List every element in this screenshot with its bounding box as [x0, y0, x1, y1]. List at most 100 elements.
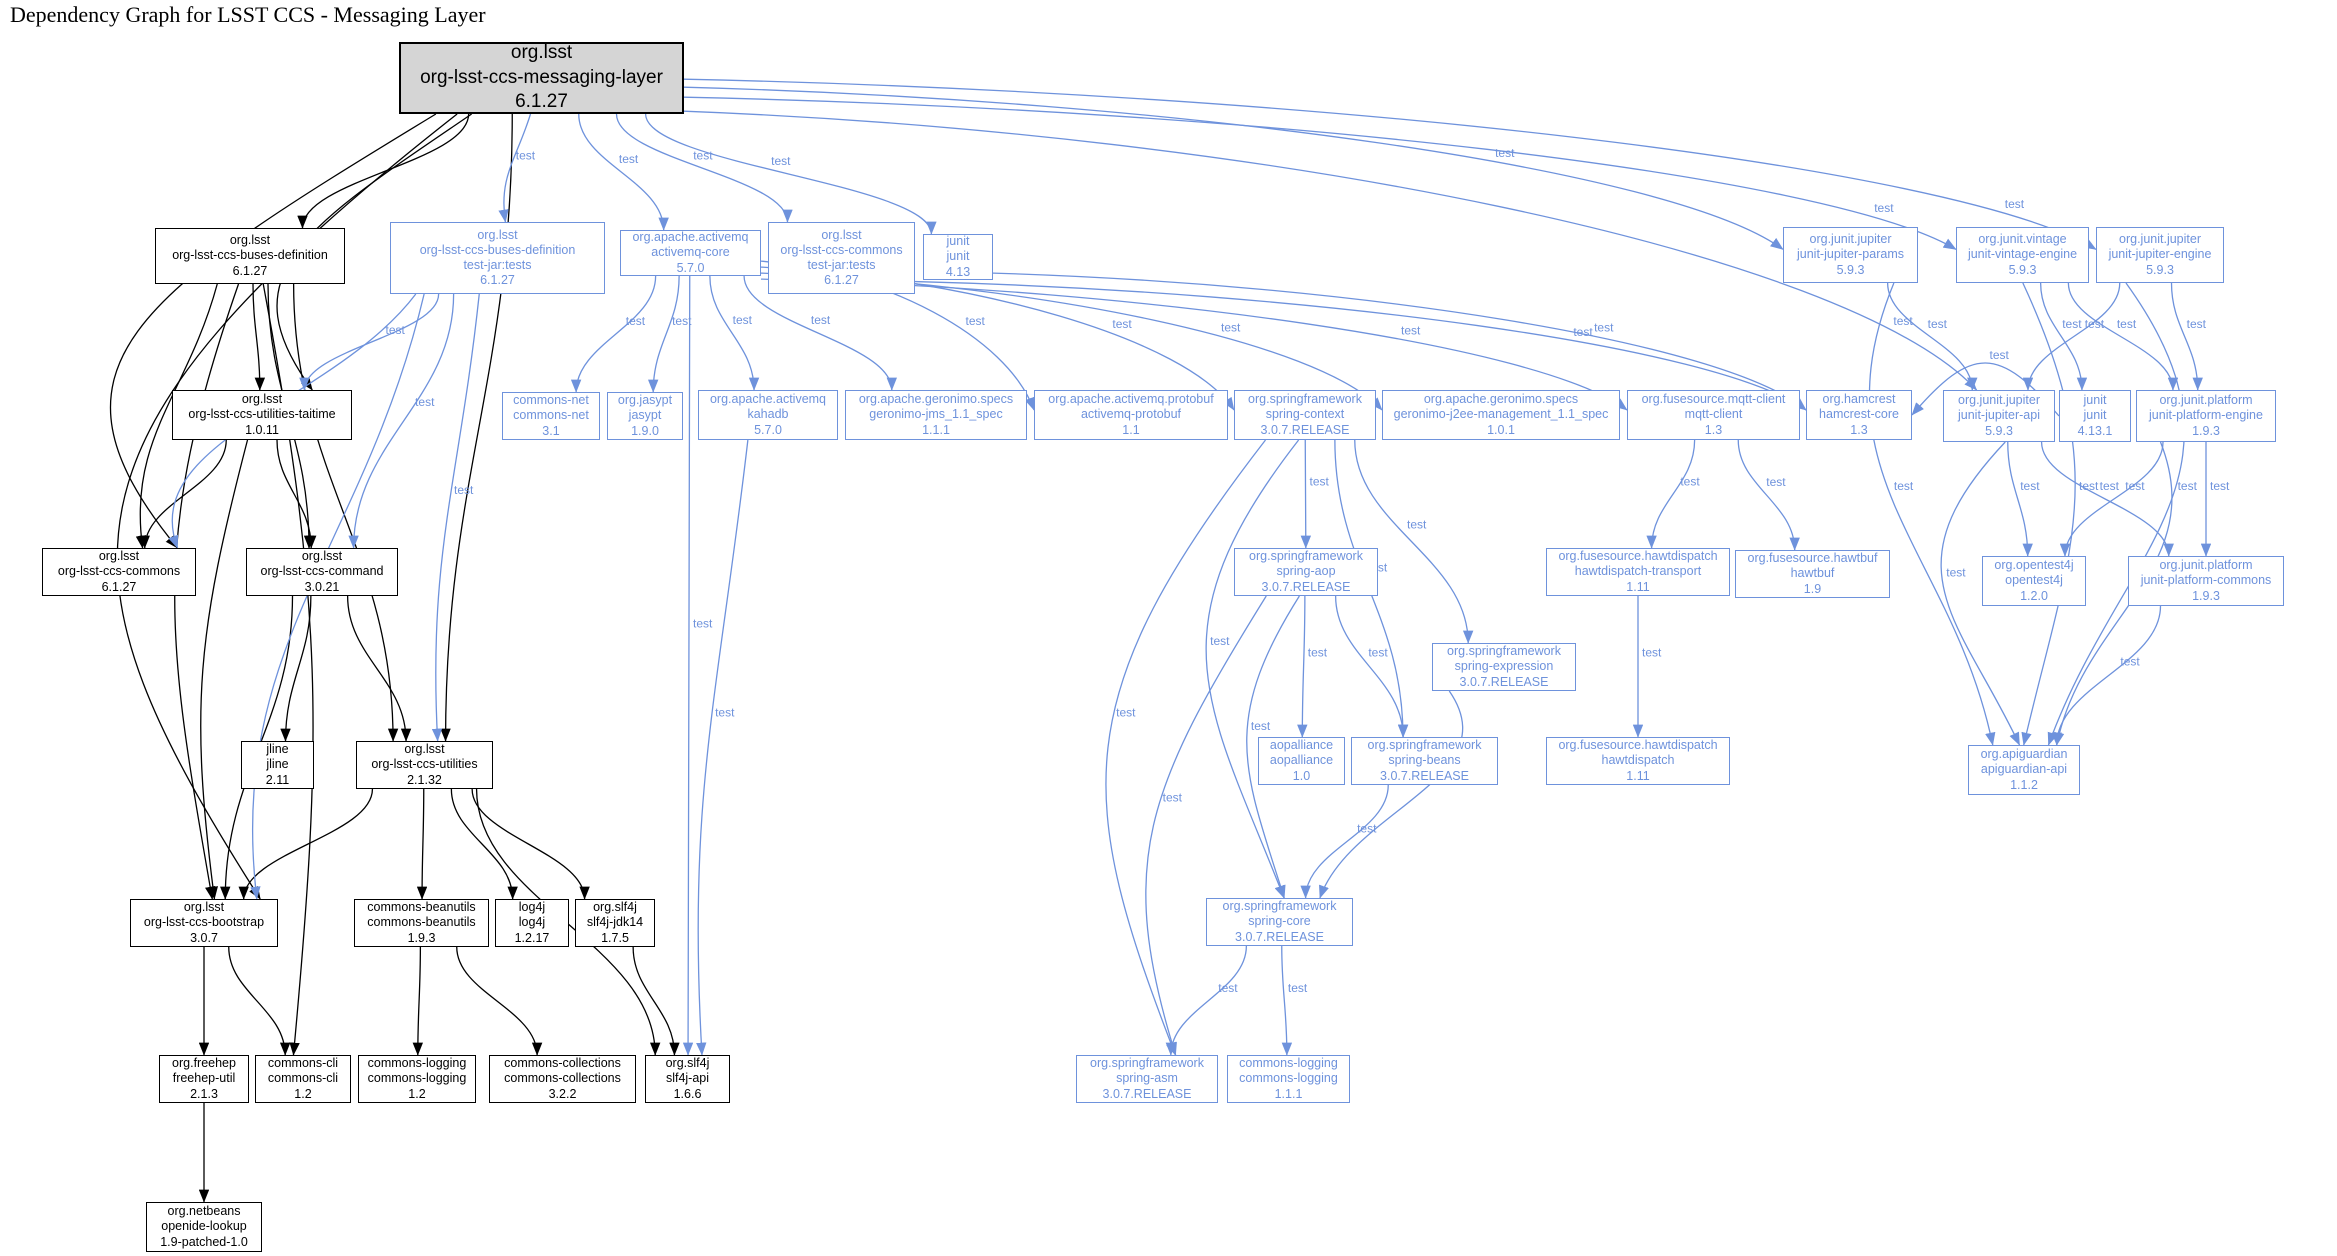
node-label-line: 5.9.3: [2146, 263, 2174, 278]
node-label-line: org.junit.jupiter: [1958, 393, 2040, 408]
node-label-line: 1.11: [1626, 769, 1649, 784]
node-label-line: spring-core: [1248, 914, 1311, 929]
node-label-line: freehep-util: [173, 1071, 236, 1086]
edge-label-springcore-commonslogging111: test: [1288, 981, 1308, 995]
edge-label-springcontext-springcore: test: [1210, 634, 1230, 648]
node-label-line: org.lsst: [477, 228, 517, 243]
node-label-line: 3.2.2: [549, 1087, 577, 1102]
node-label-line: org.hamcrest: [1823, 392, 1896, 407]
node-label-line: org.lsst: [511, 41, 572, 66]
node-label-line: commons-net: [513, 393, 589, 408]
edge-label-busesdeftests-ccscommand: test: [415, 395, 435, 409]
node-label-line: 1.0: [1293, 769, 1310, 784]
node-label-line: org.lsst: [302, 549, 342, 564]
node-label-line: 1.2: [408, 1087, 425, 1102]
node-taitime: org.lsstorg-lsst-ccs-utilities-taitime1.…: [172, 390, 352, 440]
edge-label-vintage-junit4131: test: [2062, 317, 2082, 331]
edge-label-root-commonstests: test: [693, 148, 713, 162]
edge-springbeans-springcore: [1306, 785, 1389, 898]
node-label-line: 1.3: [1705, 423, 1722, 438]
node-label-line: org-lsst-ccs-bootstrap: [144, 915, 264, 930]
node-label-line: org.junit.jupiter: [1810, 232, 1892, 247]
node-apiguardian: org.apiguardianapiguardian-api1.1.2: [1968, 745, 2080, 795]
node-ccscommand: org.lsstorg-lsst-ccs-command3.0.21: [246, 548, 398, 596]
edge-label-springaop-springbeans: test: [1368, 645, 1388, 659]
edge-label-root-params: test: [1495, 146, 1515, 160]
edge-label-commonstests-hamcrest: test: [1573, 325, 1593, 339]
node-label-line: org.freehep: [172, 1056, 236, 1071]
edge-label-activemqcore-j2eemgmt: test: [1221, 320, 1241, 334]
node-label-line: junit-jupiter-engine: [2109, 247, 2212, 262]
edge-label-activemqcore-jasypt: test: [672, 314, 692, 328]
edge-ccsutilities-beanutils: [422, 789, 424, 899]
node-label-line: 1.6.6: [674, 1087, 702, 1102]
node-springexpr: org.springframeworkspring-expression3.0.…: [1432, 643, 1576, 691]
edge-springcore-springasm: [1171, 946, 1247, 1055]
edge-kahadb-slf4japi: [698, 440, 748, 1055]
node-label-line: 3.0.7.RELEASE: [1262, 580, 1351, 595]
node-label-line: commons-beanutils: [367, 900, 475, 915]
node-params: org.junit.jupiterjunit-jupiter-params5.9…: [1783, 227, 1918, 283]
node-label-line: org.apache.activemq: [632, 230, 748, 245]
node-label-line: 2.11: [266, 773, 289, 788]
edge-root-junit413: [646, 114, 932, 234]
edge-label-activemqcore-commonsnet: test: [626, 314, 646, 328]
node-label-line: commons-cli: [268, 1056, 338, 1071]
node-label-line: 1.2.17: [515, 931, 550, 946]
graph-title: Dependency Graph for LSST CCS - Messagin…: [10, 2, 486, 28]
node-label-line: org.junit.platform: [2159, 558, 2252, 573]
node-label-line: org-lsst-ccs-buses-definition: [420, 243, 576, 258]
node-junit413: junitjunit4.13: [923, 234, 993, 280]
node-label-line: log4j: [519, 915, 545, 930]
node-opentest4j: org.opentest4jopentest4j1.2.0: [1982, 556, 2086, 606]
edge-label-springcontext-springexpr: test: [1407, 518, 1427, 532]
node-label-line: org.fusesource.mqtt-client: [1642, 392, 1786, 407]
node-slf4jjdk14: org.slf4jslf4j-jdk141.7.5: [575, 899, 655, 947]
node-j2eemgmt: org.apache.geronimo.specsgeronimo-j2ee-m…: [1382, 390, 1620, 440]
node-label-line: 6.1.27: [233, 264, 268, 279]
edge-activemqcore-jasypt: [653, 276, 679, 392]
edge-springexpr-springcore: [1320, 691, 1463, 898]
node-label-line: activemq-protobuf: [1081, 407, 1181, 422]
node-label-line: commons-logging: [1239, 1071, 1338, 1086]
edge-springcore-commonslogging111: [1282, 946, 1287, 1055]
node-label-line: 1.2: [294, 1087, 311, 1102]
node-label-line: org.lsst: [821, 228, 861, 243]
node-label-line: 3.0.7: [190, 931, 218, 946]
node-label-line: junit: [947, 234, 970, 249]
node-label-line: org-lsst-ccs-command: [261, 564, 384, 579]
node-label-line: org.lsst: [242, 392, 282, 407]
edge-label-springcontext-springasm: test: [1116, 706, 1136, 720]
edge-busesdef-ccsutilities: [294, 284, 393, 741]
node-label-line: org.springframework: [1368, 738, 1482, 753]
node-jline: jlinejline2.11: [241, 741, 314, 789]
edge-label-junit4131-hamcrest: test: [1990, 348, 2010, 362]
node-platformengine: org.junit.platformjunit-platform-engine1…: [2136, 390, 2276, 442]
node-label-line: geronimo-j2ee-management_1.1_spec: [1394, 407, 1609, 422]
node-label-line: jasypt: [629, 408, 662, 423]
node-label-line: 1.7.5: [601, 931, 629, 946]
node-label-line: 5.9.3: [1837, 263, 1865, 278]
edge-springaop-springbeans: [1336, 596, 1404, 737]
node-label-line: 1.9-patched-1.0: [160, 1235, 248, 1250]
node-label-line: 1.2.0: [2020, 589, 2048, 604]
edge-vintage-junit4131: [2041, 283, 2082, 390]
edge-label-springaop-springcore: test: [1251, 719, 1271, 733]
node-label-line: kahadb: [747, 407, 788, 422]
node-label-line: org.fusesource.hawtbuf: [1748, 551, 1878, 566]
edge-springcontext-springaop: [1305, 440, 1306, 548]
node-label-line: mqtt-client: [1685, 407, 1743, 422]
edge-label-root-busesdeftests: test: [516, 148, 536, 162]
node-label-line: junit: [2084, 393, 2107, 408]
node-label-line: geronimo-jms_1.1_spec: [869, 407, 1002, 422]
edge-label-jupiterapi-opentest4j: test: [2020, 479, 2040, 493]
edge-label-engine-apiguardian: test: [2178, 479, 2198, 493]
node-springcore: org.springframeworkspring-core3.0.7.RELE…: [1206, 898, 1353, 946]
node-label-line: org.springframework: [1223, 899, 1337, 914]
node-hawtdispatch: org.fusesource.hawtdispatchhawtdispatch1…: [1546, 737, 1730, 785]
node-log4j: log4jlog4j1.2.17: [495, 899, 569, 947]
edge-ccsutilities-log4j: [451, 789, 512, 899]
edge-label-root-activemqcore: test: [619, 152, 639, 166]
node-label-line: spring-expression: [1455, 659, 1554, 674]
node-label-line: commons-logging: [368, 1056, 467, 1071]
